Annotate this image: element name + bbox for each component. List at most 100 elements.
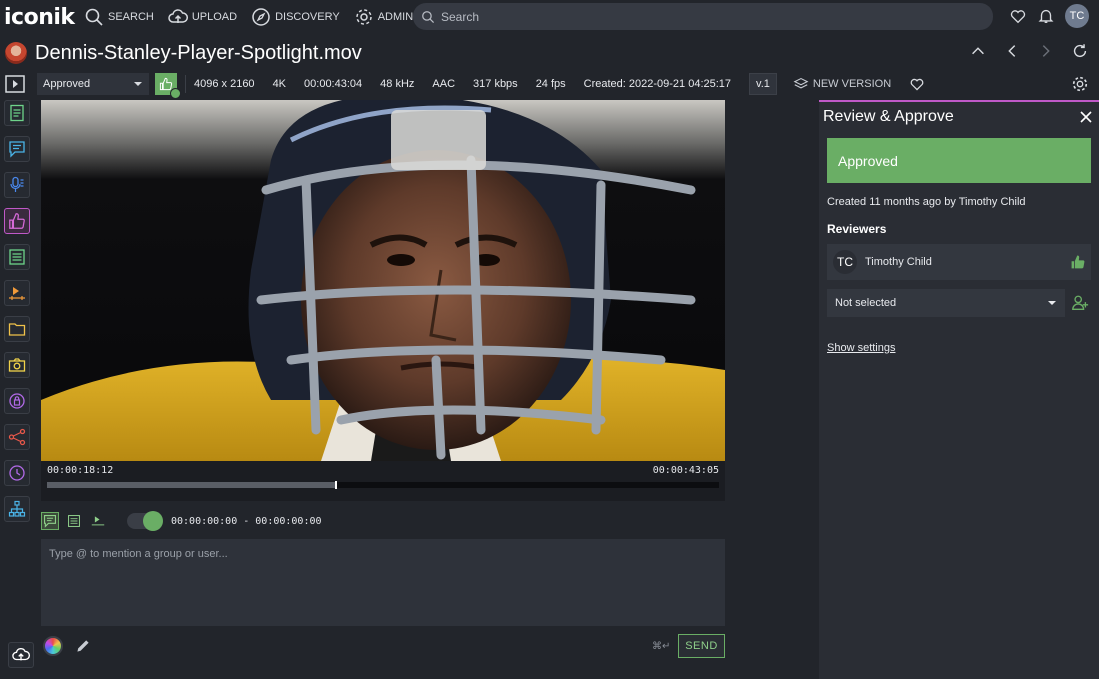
layers-icon (793, 77, 809, 89)
rail-proxies[interactable] (4, 352, 30, 378)
left-rail (0, 100, 36, 532)
reviewer-row: TC Timothy Child (827, 244, 1091, 280)
global-search (413, 3, 993, 30)
divider (185, 75, 186, 93)
scrubber[interactable] (47, 481, 719, 489)
current-timecode: 00:00:18:12 (47, 465, 114, 476)
nav-upload-label: UPLOAD (191, 11, 238, 23)
thumbs-up-icon (9, 213, 25, 229)
top-nav: iconik SEARCH UPLOAD DISCOVERY ADMIN TC (0, 0, 1099, 34)
created-info: Created 11 months ago by Timothy Child (827, 196, 1026, 208)
reviewer-select[interactable]: Not selected (827, 289, 1065, 317)
approved-check-icon (170, 88, 181, 99)
video-frame (41, 100, 725, 461)
refresh-icon[interactable] (1071, 42, 1089, 60)
camera-icon (8, 358, 26, 372)
send-button[interactable]: SEND (678, 634, 725, 658)
created-by: Timothy Child (958, 196, 1026, 208)
reviewer-select-value: Not selected (835, 297, 897, 309)
video-player[interactable] (41, 100, 725, 461)
approval-status-banner: Approved (827, 138, 1091, 183)
caret-down-icon (1048, 301, 1056, 305)
bell-icon[interactable] (1037, 7, 1055, 25)
close-icon[interactable] (1079, 110, 1093, 124)
total-timecode: 00:00:43:05 (652, 465, 719, 476)
version-badge[interactable]: v.1 (749, 73, 777, 95)
rail-permissions[interactable] (4, 388, 30, 414)
rail-metadata[interactable] (4, 100, 30, 126)
meta-created: Created: 2022-09-21 04:25:17 (583, 78, 732, 90)
rail-review-approve[interactable] (4, 208, 30, 234)
comment-icon (44, 515, 56, 528)
scrubber-playhead[interactable] (334, 481, 337, 489)
marker-mode-button[interactable] (89, 512, 107, 530)
rail-transcription[interactable] (4, 172, 30, 198)
settings-gear-icon[interactable] (1071, 75, 1089, 93)
cloud-upload-icon (168, 9, 188, 23)
top-right-icons: TC (1009, 4, 1089, 28)
document-icon (10, 104, 24, 122)
status-select-value: Approved (43, 78, 91, 90)
created-prefix: Created 11 months ago by (827, 196, 956, 208)
rail-comments[interactable] (4, 136, 30, 162)
nav-search-label: SEARCH (108, 11, 154, 23)
metadata-bar: Approved 4096 x 2160 4K 00:00:43:04 48 k… (0, 71, 1099, 99)
reviewers-heading: Reviewers (827, 222, 887, 236)
thumbs-up-icon (1071, 255, 1085, 269)
panel-title: Review & Approve (823, 108, 954, 125)
add-user-icon[interactable] (1071, 294, 1089, 312)
rail-upload[interactable] (8, 642, 34, 668)
review-approve-panel: Review & Approve Approved Created 11 mon… (819, 100, 1099, 679)
player-toggle-icon[interactable] (5, 75, 25, 93)
comment-input[interactable] (49, 548, 717, 617)
nav-upload[interactable]: UPLOAD (168, 7, 237, 27)
chevron-left-icon[interactable] (1003, 42, 1021, 60)
share-nodes-icon (8, 428, 26, 446)
meta-resolution: 4096 x 2160 (194, 78, 255, 90)
reviewer-avatar: TC (833, 250, 857, 274)
lock-badge-icon (9, 393, 25, 409)
color-picker-icon[interactable] (43, 636, 63, 656)
nav-discovery[interactable]: DISCOVERY (251, 7, 340, 27)
toggle-knob (143, 511, 163, 531)
nav-admin[interactable]: ADMIN (354, 7, 413, 27)
nav-search[interactable]: SEARCH (84, 7, 154, 27)
favorite-heart-icon[interactable] (909, 76, 925, 92)
meta-quality: 4K (272, 78, 287, 90)
heart-icon[interactable] (1009, 7, 1027, 25)
meta-sample-rate: 48 kHz (380, 78, 415, 90)
asset-thumbnail (5, 42, 27, 64)
list-icon (9, 249, 25, 265)
compass-icon (252, 8, 270, 26)
rail-segments[interactable] (4, 244, 30, 270)
cloud-upload-icon (12, 648, 30, 661)
status-select[interactable]: Approved (37, 73, 149, 95)
user-avatar[interactable]: TC (1065, 4, 1089, 28)
rail-collections[interactable] (4, 316, 30, 342)
meta-codec: AAC (432, 78, 456, 90)
new-version-button[interactable]: NEW VERSION (793, 77, 891, 91)
sitemap-icon (8, 500, 26, 517)
timeline-play-icon (9, 287, 25, 300)
meta-fps: 24 fps (535, 78, 566, 90)
meta-duration: 00:00:43:04 (304, 78, 363, 90)
timecode-range-toggle[interactable] (127, 511, 163, 531)
chevron-up-icon[interactable] (969, 42, 987, 60)
rail-hierarchy[interactable] (4, 496, 30, 522)
segment-mode-button[interactable] (65, 512, 83, 530)
comment-icon (9, 141, 25, 158)
rail-history[interactable] (4, 460, 30, 486)
approve-button[interactable] (155, 73, 181, 99)
gear-icon (355, 9, 372, 25)
pencil-icon[interactable] (75, 638, 91, 654)
comment-mode-button[interactable] (41, 512, 59, 530)
global-search-input[interactable] (441, 9, 961, 24)
iconik-logo[interactable]: iconik (4, 5, 84, 30)
search-icon (422, 10, 435, 23)
show-settings-link[interactable]: Show settings (827, 342, 895, 354)
rail-timeline[interactable] (4, 280, 30, 306)
comment-box (41, 539, 725, 626)
search-icon (85, 8, 103, 26)
chevron-right-icon[interactable] (1037, 42, 1055, 60)
rail-relations[interactable] (4, 424, 30, 450)
